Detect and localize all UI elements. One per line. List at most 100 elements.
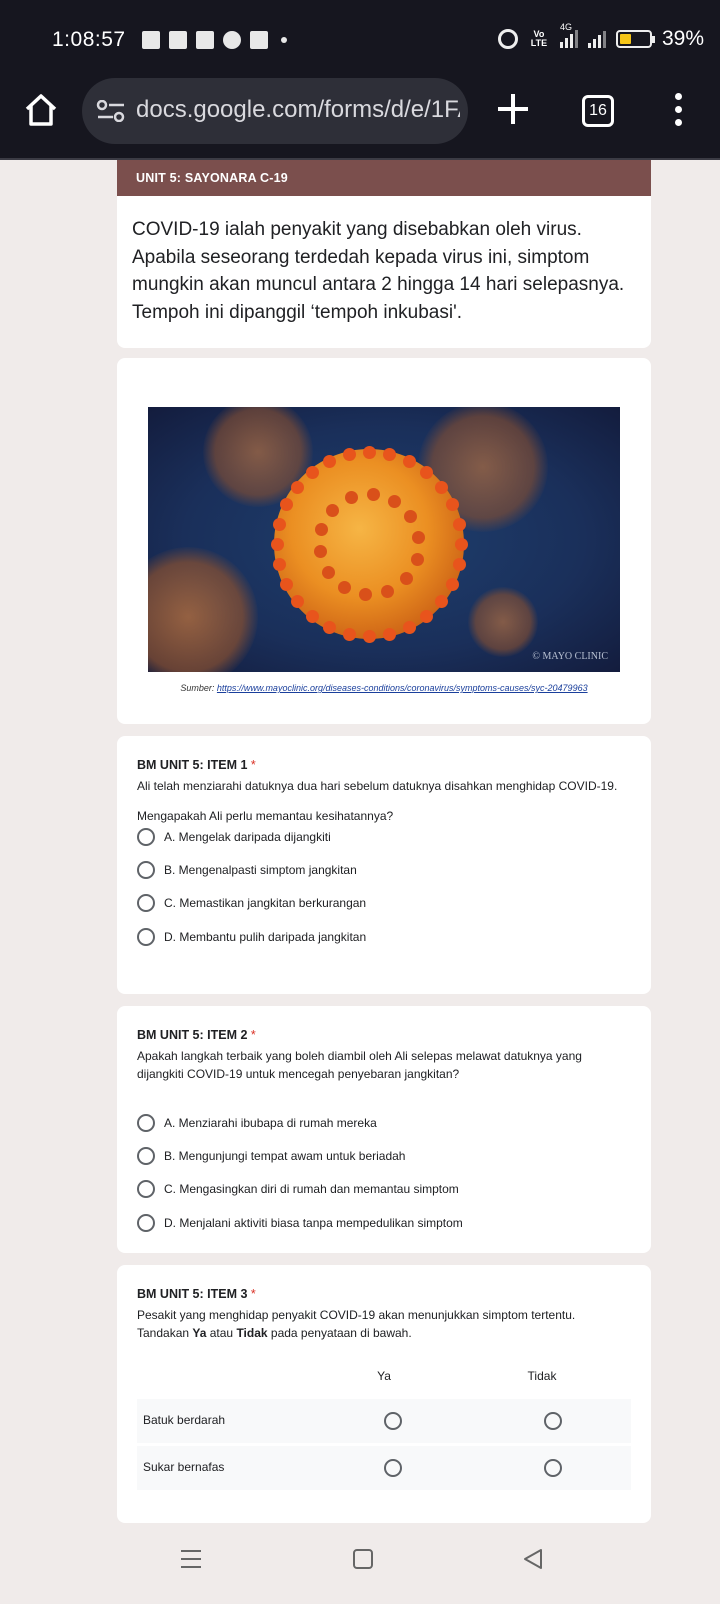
virus-spike bbox=[313, 545, 327, 559]
radio-ya[interactable] bbox=[384, 1459, 402, 1477]
question-text: Pesakit yang menghidap penyakit COVID-19… bbox=[137, 1308, 576, 1322]
virus-spike bbox=[434, 480, 448, 494]
virus-spike bbox=[420, 609, 434, 623]
option-b[interactable]: B. Mengunjungi tempat awam untuk beriada… bbox=[137, 1147, 405, 1165]
system-navigation-bar bbox=[0, 1524, 720, 1604]
new-tab-button[interactable] bbox=[498, 94, 528, 124]
instruction-bold-ya: Ya bbox=[192, 1326, 207, 1340]
facebook-icon bbox=[142, 31, 160, 49]
question-title: BM UNIT 5: ITEM 1 * bbox=[137, 758, 631, 772]
mail-icon bbox=[196, 31, 214, 49]
virus-spike bbox=[452, 517, 466, 531]
virus-spike bbox=[383, 627, 397, 641]
source-label: Sumber: bbox=[180, 683, 215, 693]
virus-spike bbox=[410, 552, 424, 566]
instruction-text: pada penyataan di bawah. bbox=[267, 1326, 412, 1340]
virus-spike bbox=[271, 538, 284, 551]
more-menu-icon[interactable] bbox=[672, 93, 684, 127]
virus-spike bbox=[342, 448, 356, 462]
status-bar: 1:08:57 Vo LTE 4G 39% bbox=[0, 0, 720, 78]
radio-button[interactable] bbox=[137, 894, 155, 912]
question-title-text: BM UNIT 5: ITEM 2 bbox=[137, 1028, 248, 1042]
url-text[interactable]: docs.google.com/forms/d/e/1FA bbox=[136, 96, 460, 124]
virus-spike bbox=[321, 566, 335, 580]
signal-4g-icon: 4G bbox=[559, 22, 578, 48]
more-notifications-dot bbox=[281, 37, 287, 43]
volte-icon: Vo LTE bbox=[530, 29, 548, 48]
question-text: Apakah langkah terbaik yang boleh diambi… bbox=[137, 1049, 582, 1081]
required-mark: * bbox=[250, 758, 256, 772]
virus-spike bbox=[388, 494, 402, 508]
radio-ya[interactable] bbox=[384, 1412, 402, 1430]
grid-column-header: Ya bbox=[377, 1369, 391, 1383]
radio-tidak[interactable] bbox=[544, 1412, 562, 1430]
required-mark: * bbox=[250, 1287, 256, 1301]
notification-icons bbox=[142, 31, 287, 49]
grid-row-label: Batuk berdarah bbox=[143, 1413, 226, 1427]
radio-button[interactable] bbox=[137, 861, 155, 879]
site-settings-icon[interactable] bbox=[96, 100, 126, 122]
home-nav-icon[interactable] bbox=[352, 1548, 374, 1570]
instruction-bold-tidak: Tidak bbox=[236, 1326, 268, 1340]
option-label: A. Mengelak daripada dijangkiti bbox=[164, 830, 331, 844]
option-d[interactable]: D. Menjalani aktiviti biasa tanpa memped… bbox=[137, 1214, 463, 1232]
coronavirus-image: © MAYO CLINIC bbox=[148, 407, 620, 672]
instruction-text: Tandakan bbox=[137, 1326, 193, 1340]
virus-spike bbox=[305, 609, 319, 623]
radio-button[interactable] bbox=[137, 928, 155, 946]
virus-spike bbox=[363, 630, 376, 643]
radio-button[interactable] bbox=[137, 1180, 155, 1198]
grid-row: Batuk berdarah bbox=[137, 1399, 631, 1443]
option-label: A. Menziarahi ibubapa di rumah mereka bbox=[164, 1116, 377, 1130]
home-icon[interactable] bbox=[24, 93, 58, 127]
pinterest-icon bbox=[223, 31, 241, 49]
required-mark: * bbox=[250, 1028, 256, 1042]
question-title: BM UNIT 5: ITEM 2 * bbox=[137, 1028, 607, 1042]
virus-spike bbox=[366, 488, 380, 502]
virus-spike bbox=[359, 587, 373, 601]
option-label: D. Menjalani aktiviti biasa tanpa memped… bbox=[164, 1216, 463, 1230]
facebook-icon bbox=[169, 31, 187, 49]
radio-button[interactable] bbox=[137, 828, 155, 846]
option-label: D. Membantu pulih daripada jangkitan bbox=[164, 930, 367, 944]
grid-row: Sukar bernafas bbox=[137, 1446, 631, 1490]
image-source: Sumber: https://www.mayoclinic.org/disea… bbox=[117, 683, 651, 693]
question-card-3: BM UNIT 5: ITEM 3 * Pesakit yang menghid… bbox=[117, 1265, 651, 1523]
radio-tidak[interactable] bbox=[544, 1459, 562, 1477]
back-icon[interactable] bbox=[522, 1548, 544, 1570]
alarm-icon bbox=[497, 29, 518, 49]
system-icons: Vo LTE 4G 39% bbox=[497, 22, 704, 51]
option-label: C. Memastikan jangkitan berkurangan bbox=[164, 896, 367, 910]
option-c[interactable]: C. Memastikan jangkitan berkurangan bbox=[137, 894, 366, 912]
question-title-text: BM UNIT 5: ITEM 3 bbox=[137, 1287, 248, 1301]
address-bar[interactable]: docs.google.com/forms/d/e/1FA bbox=[82, 78, 468, 144]
question-card-1: BM UNIT 5: ITEM 1 * Ali telah menziarahi… bbox=[117, 736, 651, 994]
option-a[interactable]: A. Menziarahi ibubapa di rumah mereka bbox=[137, 1114, 377, 1132]
question-prompt: Mengapakah Ali perlu memantau kesihatann… bbox=[137, 809, 394, 823]
virus-spike bbox=[445, 498, 459, 512]
battery-icon bbox=[615, 30, 655, 48]
tab-switcher-button[interactable]: 16 bbox=[582, 95, 614, 127]
signal-icon bbox=[587, 30, 606, 48]
virus-spike bbox=[445, 577, 459, 591]
virus-spike bbox=[402, 455, 416, 469]
radio-button[interactable] bbox=[137, 1214, 155, 1232]
mail-icon bbox=[250, 31, 268, 49]
option-c[interactable]: C. Mengasingkan diri di rumah dan memant… bbox=[137, 1180, 459, 1198]
virus-spike bbox=[452, 558, 466, 572]
option-d[interactable]: D. Membantu pulih daripada jangkitan bbox=[137, 928, 366, 946]
browser-toolbar: docs.google.com/forms/d/e/1FA 16 bbox=[0, 78, 720, 160]
grid-column-header: Tidak bbox=[527, 1369, 557, 1383]
recent-apps-icon[interactable] bbox=[180, 1548, 202, 1570]
option-a[interactable]: A. Mengelak daripada dijangkiti bbox=[137, 828, 331, 846]
radio-button[interactable] bbox=[137, 1114, 155, 1132]
source-link[interactable]: https://www.mayoclinic.org/diseases-cond… bbox=[217, 683, 588, 693]
radio-button[interactable] bbox=[137, 1147, 155, 1165]
option-label: B. Mengenalpasti simptom jangkitan bbox=[164, 863, 357, 877]
question-instruction: Tandakan Ya atau Tidak pada penyataan di… bbox=[137, 1324, 631, 1342]
status-time: 1:08:57 bbox=[52, 28, 126, 51]
virus-spike bbox=[280, 577, 294, 591]
option-b[interactable]: B. Mengenalpasti simptom jangkitan bbox=[137, 861, 357, 879]
virus-spike bbox=[434, 595, 448, 609]
virus-spike bbox=[412, 530, 426, 544]
